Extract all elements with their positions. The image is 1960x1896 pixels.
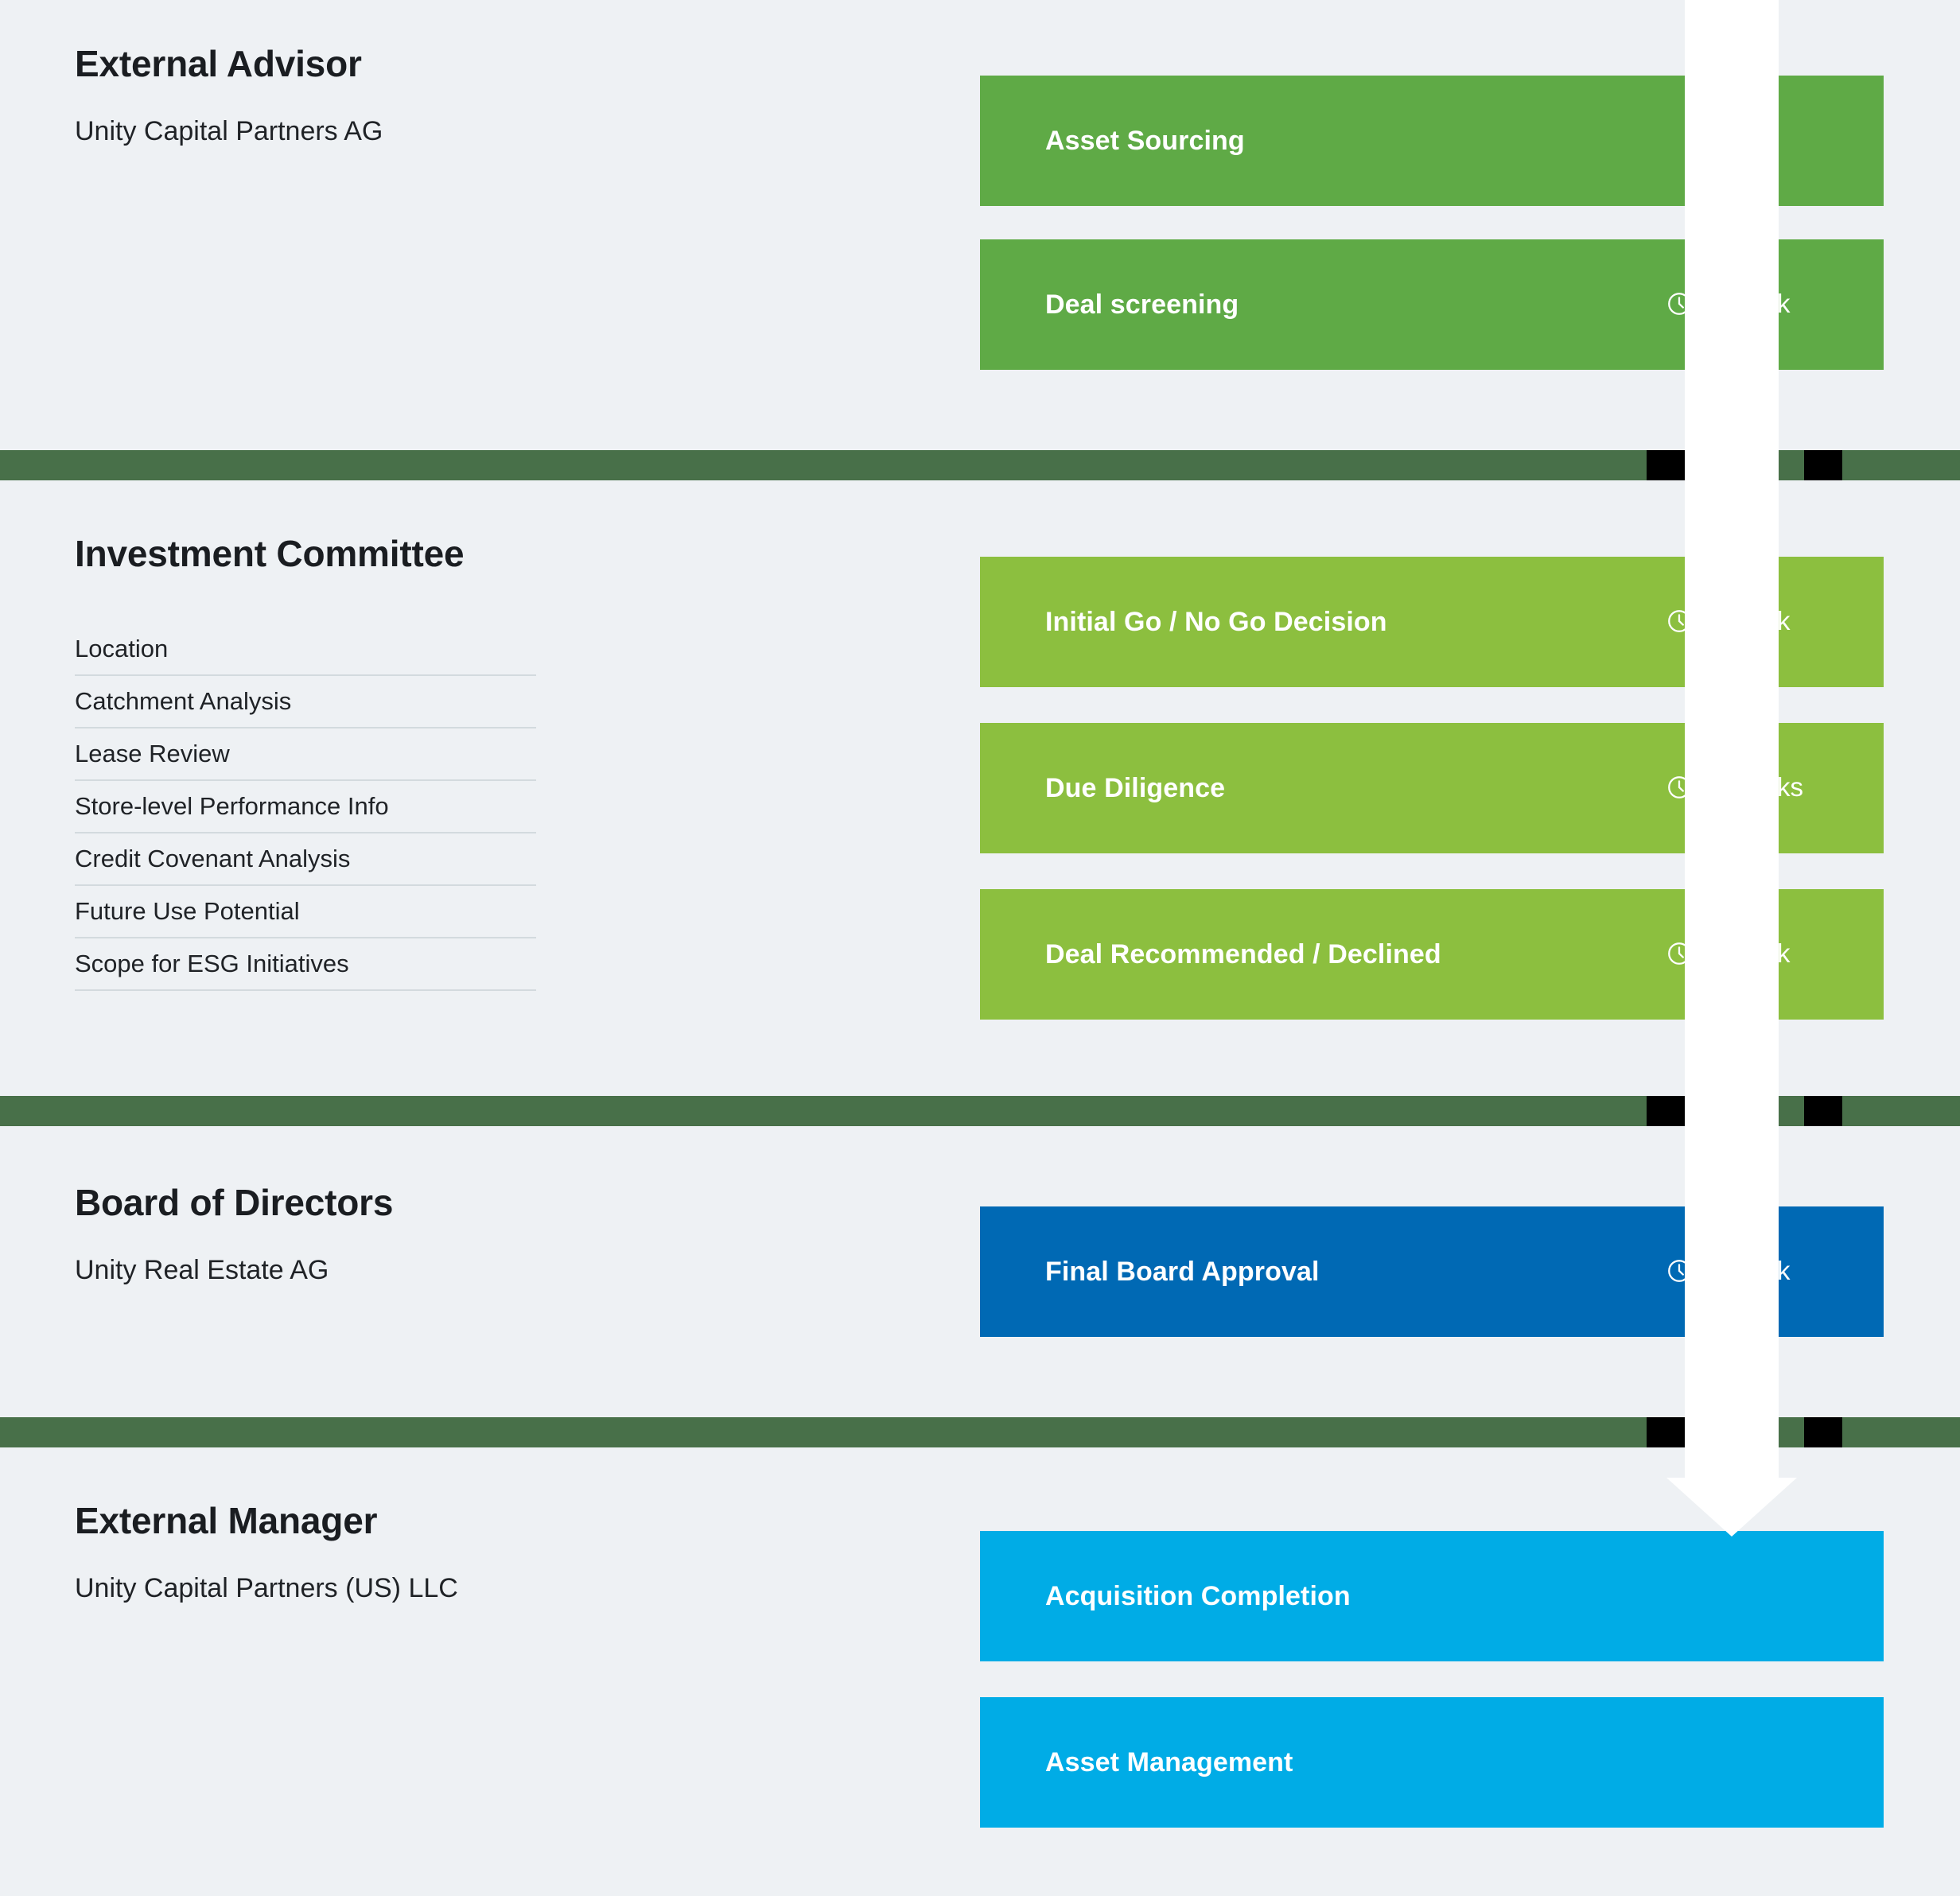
clock-icon: [1668, 610, 1690, 632]
task-bar-label: Deal screening: [1045, 289, 1239, 320]
list-item: Location: [75, 636, 536, 676]
task-bar-asset-management[interactable]: Asset Management: [980, 1697, 1884, 1828]
task-bar-label: Final Board Approval: [1045, 1256, 1320, 1287]
list-item: Catchment Analysis: [75, 689, 536, 728]
divider-block-left: [1647, 1096, 1685, 1126]
divider-block-left: [1647, 1417, 1685, 1447]
list-item: Lease Review: [75, 741, 536, 781]
list-item: Credit Covenant Analysis: [75, 846, 536, 886]
lane-header-external-manager: External Manager Unity Capital Partners …: [75, 1502, 458, 1604]
task-bar-label: Deal Recommended / Declined: [1045, 938, 1441, 969]
divider-block-right: [1804, 1417, 1842, 1447]
lane-subtitle: Unity Capital Partners AG: [75, 116, 383, 147]
task-bar-deal-recommended-declined[interactable]: Deal Recommended / Declined 1 week: [980, 889, 1884, 1020]
task-duration-label: 1 week: [1707, 606, 1791, 635]
task-bar-asset-sourcing[interactable]: Asset Sourcing: [980, 76, 1884, 206]
lane-divider-3: [0, 1417, 1960, 1447]
arrow-head-icon: [1666, 1478, 1797, 1537]
task-duration-label: 1 week: [1707, 1256, 1791, 1285]
lane-header-board-of-directors: Board of Directors Unity Real Estate AG: [75, 1183, 393, 1286]
lane-title: Investment Committee: [75, 533, 465, 574]
clock-icon: [1668, 776, 1690, 798]
task-bar-final-board-approval[interactable]: Final Board Approval 1 week: [980, 1206, 1884, 1337]
divider-block-right: [1804, 450, 1842, 480]
task-bar-initial-go-no-go-decision[interactable]: Initial Go / No Go Decision 1 week: [980, 557, 1884, 687]
lane-subtitle: Unity Capital Partners (US) LLC: [75, 1573, 458, 1604]
list-item: Store-level Performance Info: [75, 794, 536, 833]
task-duration-label: 1 week: [1707, 938, 1791, 968]
task-duration: 3 weeks: [1666, 772, 1803, 802]
task-duration-label: 1 week: [1707, 289, 1791, 318]
task-bar-label: Asset Management: [1045, 1746, 1293, 1778]
lane-divider-2: [0, 1096, 1960, 1126]
task-bar-label: Asset Sourcing: [1045, 125, 1245, 156]
lane-title: Board of Directors: [75, 1182, 394, 1223]
task-duration: 1 week: [1666, 1256, 1791, 1286]
task-bar-label: Acquisition Completion: [1045, 1580, 1351, 1611]
task-bar-acquisition-completion[interactable]: Acquisition Completion: [980, 1531, 1884, 1661]
task-duration: 1 week: [1666, 289, 1791, 319]
divider-block-right: [1804, 1096, 1842, 1126]
lane-subtitle: Unity Real Estate AG: [75, 1255, 329, 1286]
task-bar-deal-screening[interactable]: Deal screening 1 week: [980, 239, 1884, 370]
task-duration: 1 week: [1666, 938, 1791, 969]
list-item: Future Use Potential: [75, 899, 536, 938]
task-bar-due-diligence[interactable]: Due Diligence 3 weeks: [980, 723, 1884, 853]
list-item: Scope for ESG Initiatives: [75, 951, 536, 991]
clock-icon: [1668, 942, 1690, 965]
task-duration-label: 3 weeks: [1707, 772, 1804, 802]
clock-icon: [1668, 1260, 1690, 1282]
task-bar-label: Due Diligence: [1045, 772, 1226, 803]
divider-block-left: [1647, 450, 1685, 480]
lane-header-investment-committee: Investment Committee: [75, 533, 465, 574]
lane-title: External Manager: [75, 1500, 378, 1541]
task-duration: 1 week: [1666, 606, 1791, 636]
process-flow-diagram: External Advisor Unity Capital Partners …: [0, 0, 1960, 1896]
lane-title: External Advisor: [75, 43, 362, 84]
investment-criteria-list: Location Catchment Analysis Lease Review…: [75, 636, 536, 1004]
clock-icon: [1668, 293, 1690, 315]
lane-divider-1: [0, 450, 1960, 480]
task-bar-label: Initial Go / No Go Decision: [1045, 606, 1387, 637]
lane-header-external-advisor: External Advisor Unity Capital Partners …: [75, 45, 383, 147]
